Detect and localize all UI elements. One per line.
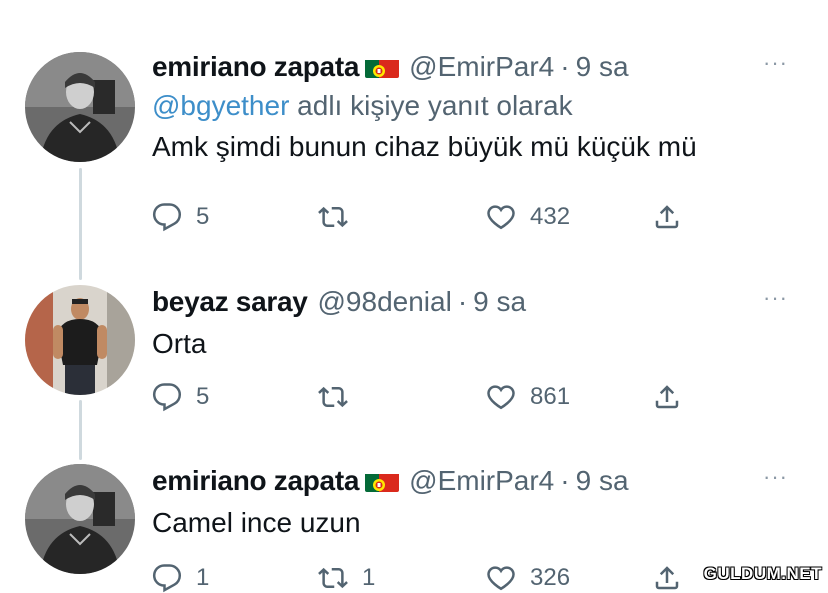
- like-button[interactable]: 326: [486, 563, 570, 593]
- reply-button[interactable]: 1: [152, 563, 209, 593]
- retweet-icon: [318, 386, 348, 408]
- reply-count: 5: [196, 203, 210, 230]
- retweet-icon: [318, 567, 348, 589]
- heart-icon: [487, 205, 515, 230]
- reply-context-label: adlı kişiye yanıt olarak: [297, 90, 573, 121]
- reply-icon: [152, 383, 182, 412]
- separator: ·: [560, 465, 570, 496]
- retweet-button[interactable]: [318, 202, 362, 232]
- timestamp[interactable]: 9 sa: [576, 464, 629, 498]
- tweet-header: beyaz saray @98denial · 9 sa: [152, 285, 788, 319]
- reply-count: 5: [196, 383, 210, 410]
- share-button[interactable]: [652, 382, 682, 412]
- like-count: 326: [530, 564, 571, 591]
- tweet-header: emiriano zapata @EmirPar4 · 9 sa: [152, 50, 788, 84]
- timestamp[interactable]: 9 sa: [473, 285, 526, 319]
- like-button[interactable]: 861: [486, 382, 570, 412]
- portugal-flag-icon: [365, 56, 400, 78]
- reply-button[interactable]: 5: [152, 202, 209, 232]
- avatar[interactable]: [25, 464, 135, 574]
- tweet[interactable]: emiriano zapata @EmirPar4 · 9 sa ··· Cam…: [152, 464, 788, 540]
- share-button[interactable]: [652, 563, 682, 593]
- share-icon: [655, 385, 679, 409]
- mention-link[interactable]: @bgyether: [152, 90, 289, 121]
- retweet-icon: [318, 206, 348, 228]
- user-handle[interactable]: @EmirPar4: [409, 50, 554, 84]
- reply-icon: [152, 564, 182, 593]
- thread-line: [79, 168, 82, 280]
- tweet[interactable]: emiriano zapata @EmirPar4 · 9 sa ··· @bg…: [152, 50, 788, 164]
- like-button[interactable]: 432: [486, 202, 570, 232]
- display-name[interactable]: beyaz saray: [152, 285, 308, 319]
- timestamp[interactable]: 9 sa: [576, 50, 629, 84]
- share-icon: [655, 566, 679, 590]
- tweet-text: Orta: [152, 328, 207, 359]
- watermark: GULDUM.NET: [703, 564, 822, 583]
- user-handle[interactable]: @98denial: [318, 285, 452, 319]
- like-count: 861: [530, 383, 571, 410]
- heart-icon: [487, 566, 515, 591]
- separator: ·: [560, 51, 570, 82]
- display-name[interactable]: emiriano zapata: [152, 50, 359, 84]
- share-button[interactable]: [652, 202, 682, 232]
- heart-icon: [487, 385, 515, 410]
- avatar[interactable]: [25, 285, 135, 395]
- retweet-button[interactable]: 1: [318, 563, 375, 593]
- reply-context: @bgyether adlı kişiye yanıt olarak: [152, 90, 788, 122]
- more-options-icon[interactable]: ···: [763, 50, 788, 76]
- like-count: 432: [530, 203, 571, 230]
- display-name[interactable]: emiriano zapata: [152, 464, 359, 498]
- reply-button[interactable]: 5: [152, 382, 209, 412]
- tweet-text: Amk şimdi bunun cihaz büyük mü küçük mü: [152, 131, 697, 162]
- tweet-header: emiriano zapata @EmirPar4 · 9 sa: [152, 464, 788, 498]
- more-options-icon[interactable]: ···: [763, 285, 788, 311]
- retweet-count: 1: [362, 564, 376, 591]
- tweet[interactable]: beyaz saray @98denial · 9 sa ··· Orta: [152, 285, 788, 361]
- more-options-icon[interactable]: ···: [763, 464, 788, 490]
- separator: ·: [457, 286, 468, 317]
- share-icon: [655, 205, 679, 229]
- retweet-button[interactable]: [318, 382, 362, 412]
- user-handle[interactable]: @EmirPar4: [409, 464, 554, 498]
- portugal-flag-icon: [365, 470, 400, 492]
- reply-count: 1: [196, 564, 210, 591]
- thread-line: [79, 400, 82, 460]
- tweet-text: Camel ince uzun: [152, 507, 361, 538]
- reply-icon: [152, 203, 182, 232]
- avatar[interactable]: [25, 52, 135, 162]
